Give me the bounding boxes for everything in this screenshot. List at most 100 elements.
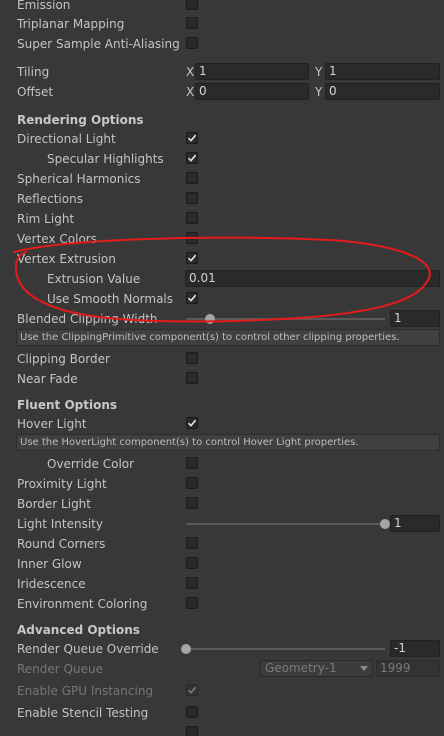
iridescence-label: Iridescence	[17, 577, 86, 591]
offset-y-axis-label: Y	[315, 85, 323, 99]
checkmark-icon	[187, 419, 197, 427]
render-queue-label: Render Queue	[17, 662, 103, 676]
rim-light-label: Rim Light	[17, 212, 75, 226]
environment-coloring-row: Environment Coloring	[0, 594, 444, 614]
checkmark-icon	[187, 134, 197, 142]
hover-light-checkbox[interactable]	[186, 417, 198, 429]
directional-light-checkbox[interactable]	[186, 132, 198, 144]
tiling-y-input[interactable]: 1	[325, 63, 440, 80]
light-intensity-slider-handle[interactable]	[380, 519, 390, 529]
emission-label: Emission	[17, 0, 71, 12]
iridescence-row: Iridescence	[0, 574, 444, 594]
specular-highlights-label: Specular Highlights	[47, 152, 164, 166]
cut-off-row	[0, 723, 444, 736]
light-intensity-label: Light Intensity	[17, 517, 103, 531]
spherical-harmonics-row: Spherical Harmonics	[0, 169, 444, 189]
tiling-x-input[interactable]: 1	[195, 63, 309, 80]
iridescence-checkbox[interactable]	[186, 577, 198, 589]
render-queue-override-slider-handle[interactable]	[181, 644, 191, 654]
specular-highlights-row: Specular Highlights	[0, 149, 444, 169]
near-fade-label: Near Fade	[17, 372, 78, 386]
render-queue-dropdown[interactable]: Geometry-1	[260, 660, 373, 677]
border-light-checkbox[interactable]	[186, 497, 198, 509]
environment-coloring-checkbox[interactable]	[186, 597, 198, 609]
reflections-label: Reflections	[17, 192, 83, 206]
reflections-checkbox[interactable]	[186, 192, 198, 204]
light-intensity-row: Light Intensity 1	[0, 514, 444, 534]
hover-light-row: Hover Light	[0, 414, 444, 434]
spherical-harmonics-checkbox[interactable]	[186, 172, 198, 184]
render-queue-override-row: Render Queue Override -1	[0, 639, 444, 659]
directional-light-row: Directional Light	[0, 129, 444, 149]
vertex-extrusion-label: Vertex Extrusion	[17, 252, 116, 266]
cut-off-checkbox[interactable]	[186, 726, 198, 736]
vertex-extrusion-checkbox[interactable]	[186, 252, 198, 264]
stencil-testing-row: Enable Stencil Testing	[0, 703, 444, 723]
emission-checkbox[interactable]	[186, 0, 198, 10]
specular-highlights-checkbox[interactable]	[186, 152, 198, 164]
border-light-label: Border Light	[17, 497, 91, 511]
hover-light-label: Hover Light	[17, 417, 87, 431]
reflections-row: Reflections	[0, 189, 444, 209]
checkmark-icon	[187, 254, 197, 262]
vertex-colors-label: Vertex Colors	[17, 232, 97, 246]
gpu-instancing-row: Enable GPU Instancing	[0, 681, 444, 701]
blended-clipping-width-slider[interactable]	[186, 318, 385, 320]
emission-row: Emission	[0, 0, 444, 15]
light-intensity-input[interactable]: 1	[390, 515, 440, 532]
near-fade-row: Near Fade	[0, 369, 444, 389]
border-light-row: Border Light	[0, 494, 444, 514]
near-fade-checkbox[interactable]	[186, 372, 198, 384]
extrusion-value-label: Extrusion Value	[47, 272, 141, 286]
inner-glow-row: Inner Glow	[0, 554, 444, 574]
render-queue-override-input[interactable]: -1	[390, 640, 440, 657]
round-corners-checkbox[interactable]	[186, 537, 198, 549]
clipping-border-checkbox[interactable]	[186, 352, 198, 364]
ssaa-checkbox[interactable]	[186, 37, 198, 49]
proximity-light-checkbox[interactable]	[186, 477, 198, 489]
triplanar-label: Triplanar Mapping	[17, 17, 125, 31]
round-corners-label: Round Corners	[17, 537, 106, 551]
inner-glow-label: Inner Glow	[17, 557, 82, 571]
clipping-border-row: Clipping Border	[0, 349, 444, 369]
round-corners-row: Round Corners	[0, 534, 444, 554]
checkmark-icon	[187, 294, 197, 302]
use-smooth-normals-checkbox[interactable]	[186, 292, 198, 304]
ssaa-row: Super Sample Anti-Aliasing	[0, 34, 444, 54]
checkmark-icon	[187, 154, 197, 162]
offset-y-input[interactable]: 0	[325, 83, 440, 100]
light-intensity-slider[interactable]	[186, 523, 385, 525]
checkmark-icon	[187, 686, 197, 694]
chevron-down-icon	[360, 666, 368, 671]
triplanar-checkbox[interactable]	[186, 17, 198, 29]
advanced-options-header: Advanced Options	[17, 623, 140, 637]
tiling-label: Tiling	[17, 65, 50, 79]
blended-clipping-width-input[interactable]: 1	[390, 310, 440, 327]
render-queue-override-label: Render Queue Override	[17, 642, 159, 656]
offset-label: Offset	[17, 85, 54, 99]
extrusion-value-row: Extrusion Value 0.01	[0, 269, 444, 289]
override-color-row: Override Color	[0, 454, 444, 474]
blended-clipping-width-slider-handle[interactable]	[204, 314, 215, 324]
directional-light-label: Directional Light	[17, 132, 116, 146]
render-queue-value-input[interactable]: 1999	[376, 660, 440, 677]
extrusion-value-input[interactable]: 0.01	[185, 270, 440, 287]
offset-x-input[interactable]: 0	[195, 83, 309, 100]
use-smooth-normals-row: Use Smooth Normals	[0, 289, 444, 309]
gpu-instancing-label: Enable GPU Instancing	[17, 684, 154, 698]
render-queue-row: Render Queue Geometry-1 1999	[0, 659, 444, 679]
blended-clipping-width-label: Blended Clipping Width	[17, 312, 158, 326]
rim-light-checkbox[interactable]	[186, 212, 198, 224]
override-color-checkbox[interactable]	[186, 457, 198, 469]
inner-glow-checkbox[interactable]	[186, 557, 198, 569]
fluent-options-header: Fluent Options	[17, 398, 118, 412]
render-queue-override-slider[interactable]	[186, 648, 385, 650]
environment-coloring-label: Environment Coloring	[17, 597, 148, 611]
offset-row: Offset X 0 Y 0	[0, 82, 444, 102]
spherical-harmonics-label: Spherical Harmonics	[17, 172, 141, 186]
gpu-instancing-checkbox[interactable]	[186, 684, 198, 696]
vertex-colors-checkbox[interactable]	[186, 232, 198, 244]
stencil-testing-checkbox[interactable]	[186, 706, 198, 718]
proximity-light-row: Proximity Light	[0, 474, 444, 494]
ssaa-label: Super Sample Anti-Aliasing	[17, 37, 180, 51]
